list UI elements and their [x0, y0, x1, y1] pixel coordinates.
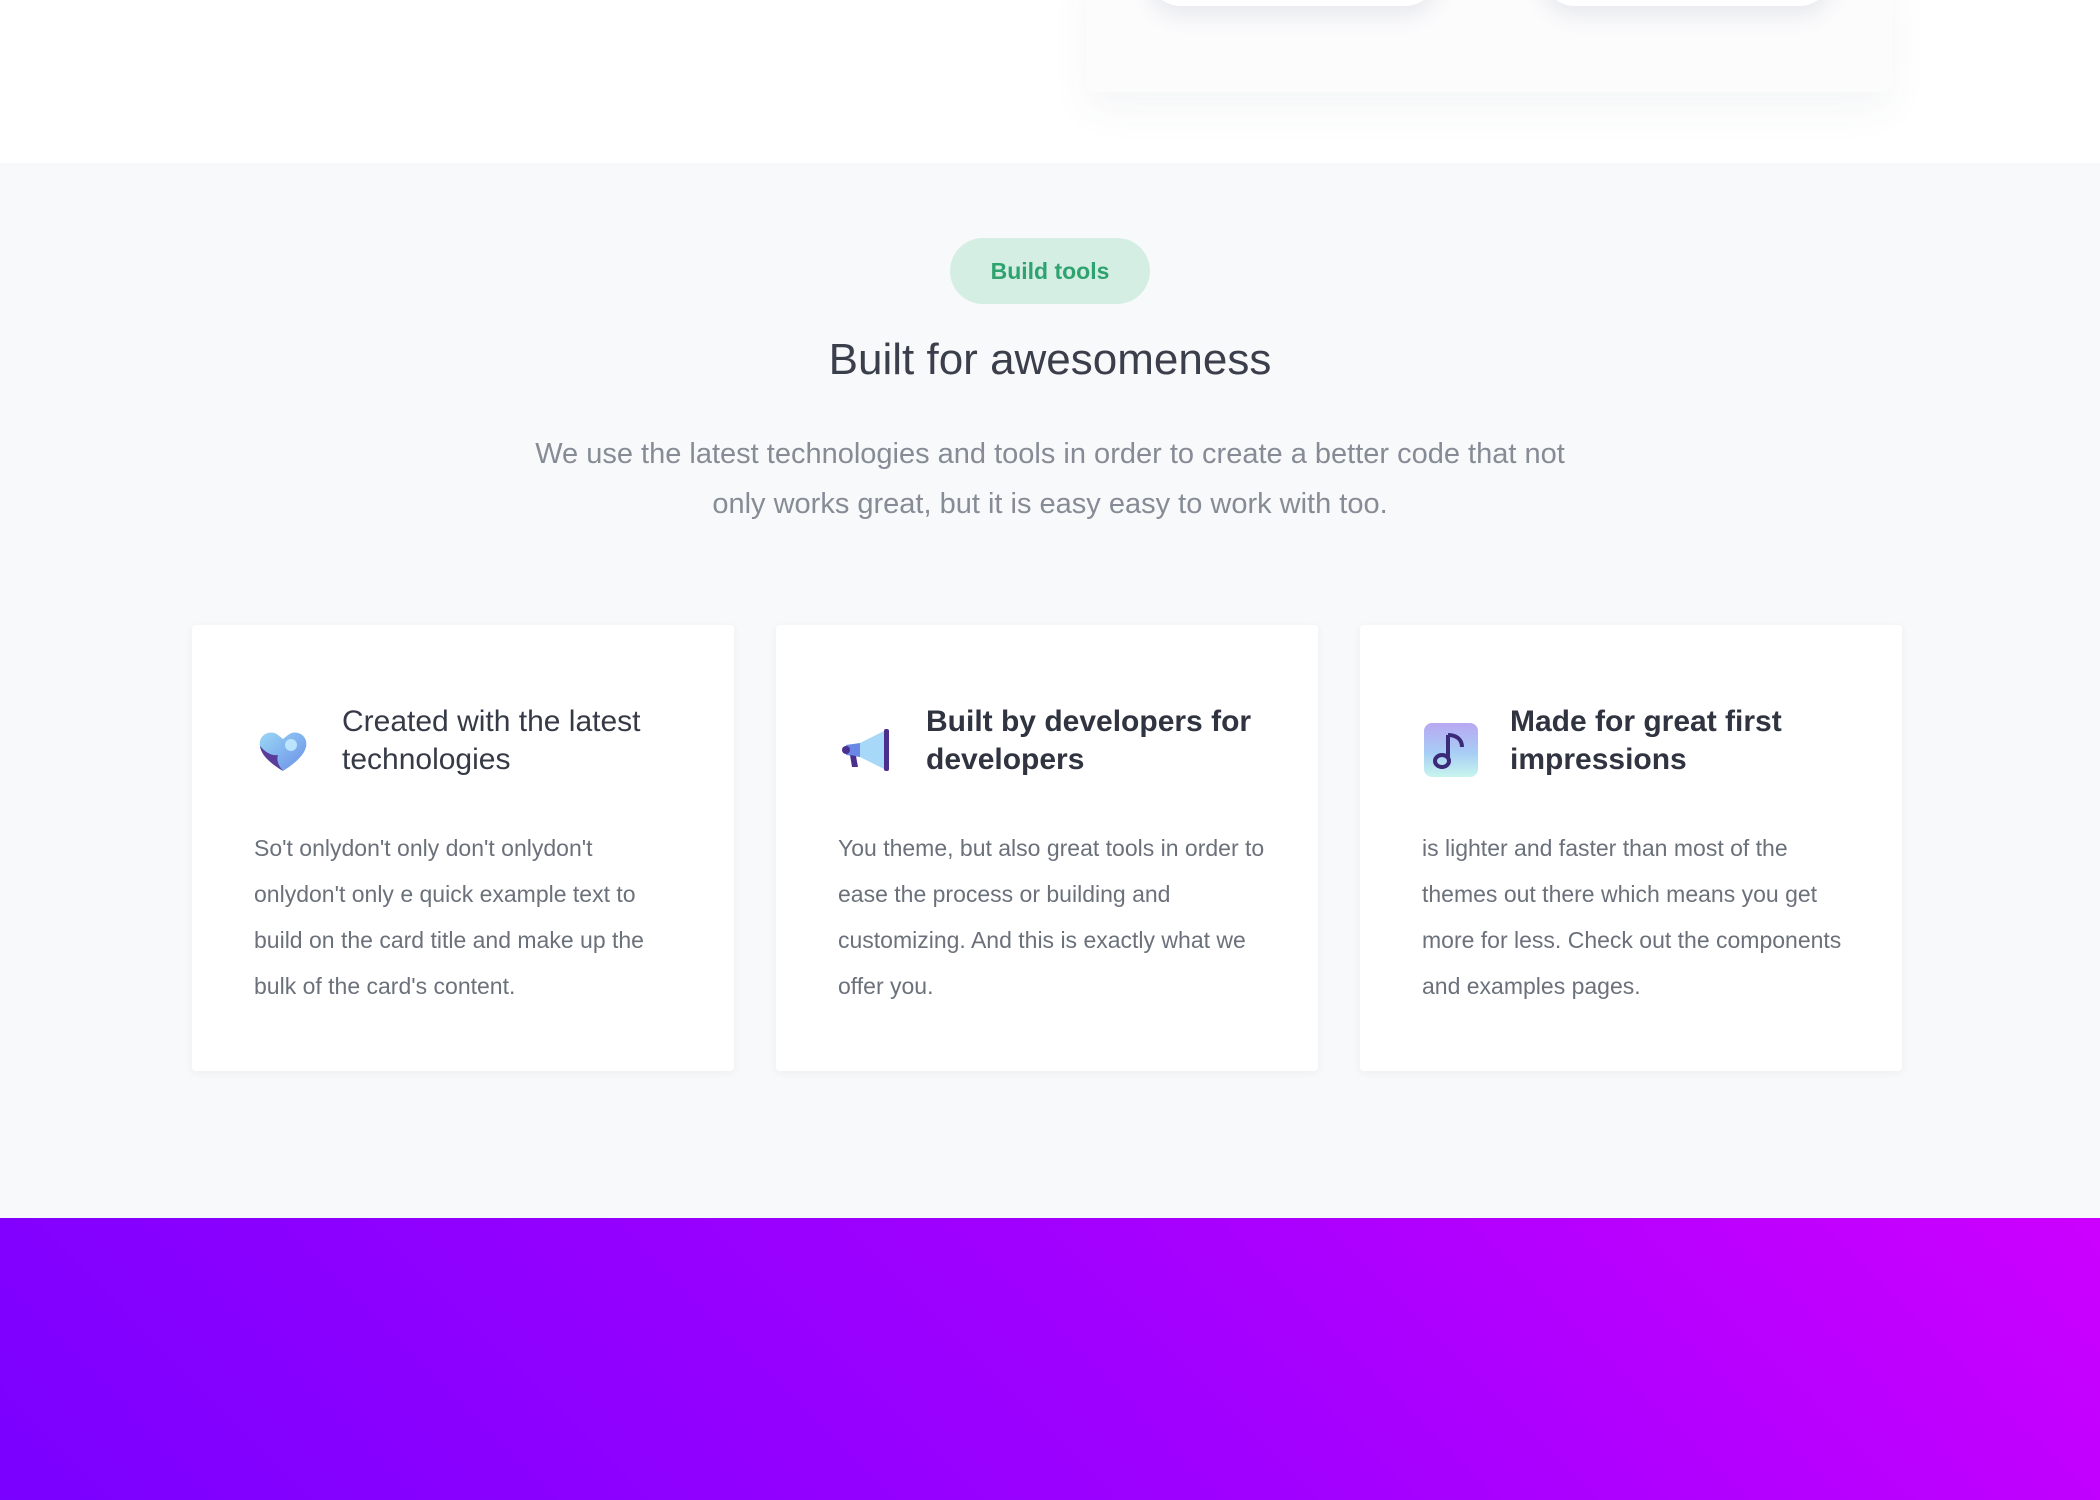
section-badge: Build tools — [950, 238, 1150, 304]
gradient-band — [0, 1218, 2100, 1500]
card-text: is lighter and faster than most of the t… — [1422, 835, 1842, 999]
card-title: Built by developers for developers — [926, 705, 1252, 776]
section-lead: We use the latest technologies and tools… — [535, 438, 1565, 520]
card-text: You theme, but also great tools in order… — [838, 835, 1265, 999]
showcase-card — [1148, 0, 1438, 6]
features-section: Build tools Built for awesomeness We use… — [0, 163, 2100, 1218]
section-title: Built for awesomeness — [828, 335, 1272, 384]
music-note-icon — [1424, 723, 1478, 777]
megaphone-icon — [842, 729, 889, 771]
feature-card: Built by developers for developers You t… — [776, 625, 1318, 1071]
feature-card: Made for great first impressions is ligh… — [1360, 625, 1902, 1071]
showcase-card — [1542, 0, 1832, 6]
page: Build tools Built for awesomeness We use… — [0, 0, 2100, 1500]
showcase-panel — [1086, 0, 1892, 92]
heart-icon — [259, 732, 307, 771]
feature-card: Created with the latest technologies So'… — [192, 625, 734, 1071]
card-title: Created with the latest technologies — [342, 705, 641, 776]
previous-section — [0, 0, 2100, 163]
card-text: So't onlydon't only don't onlydon't only… — [254, 835, 644, 999]
card-title: Made for great first impressions — [1510, 705, 1782, 776]
